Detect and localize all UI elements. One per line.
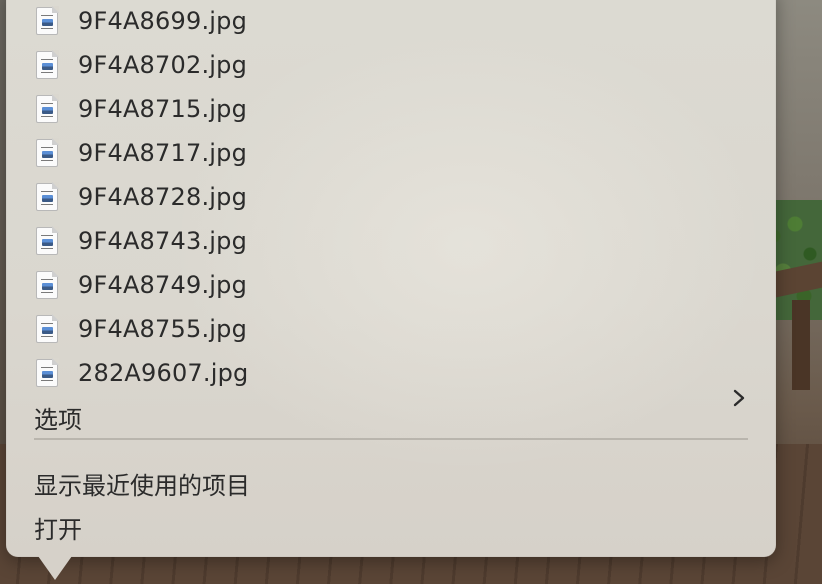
- file-name: 9F4A8715.jpg: [78, 95, 248, 123]
- recent-file-item[interactable]: 282A9607.jpg: [36, 353, 248, 393]
- file-name: 9F4A8702.jpg: [78, 51, 248, 79]
- recent-file-item[interactable]: 9F4A8728.jpg: [36, 177, 247, 217]
- jpg-file-icon: [36, 270, 59, 299]
- jpg-file-icon: [36, 182, 59, 211]
- recent-file-item[interactable]: 9F4A8755.jpg: [36, 309, 247, 349]
- options-label: 选项: [34, 406, 82, 434]
- jpg-file-icon: [36, 314, 59, 343]
- file-name: 9F4A8699.jpg: [78, 7, 248, 35]
- jpg-file-icon: [36, 358, 59, 387]
- recent-file-item[interactable]: 9F4A8702.jpg: [36, 45, 247, 85]
- open-menu-item[interactable]: 打开: [34, 510, 82, 545]
- menu-pointer-tail: [38, 556, 72, 580]
- jpg-file-icon: [36, 50, 59, 79]
- recent-file-item[interactable]: 9F4A8699.jpg: [36, 1, 247, 41]
- recent-file-item[interactable]: 9F4A8717.jpg: [36, 133, 247, 173]
- open-label: 打开: [34, 516, 82, 544]
- file-name: 9F4A8755.jpg: [78, 315, 248, 343]
- bench-leg-scenery: [792, 300, 810, 390]
- options-menu-item[interactable]: 选项: [34, 400, 82, 435]
- recent-file-item[interactable]: 9F4A8743.jpg: [36, 221, 247, 261]
- show-recent-items-menu-item[interactable]: 显示最近使用的项目: [34, 466, 250, 501]
- jpg-file-icon: [36, 94, 59, 123]
- jpg-file-icon: [36, 6, 59, 35]
- show-recent-label: 显示最近使用的项目: [34, 472, 250, 500]
- recent-file-item[interactable]: 9F4A8749.jpg: [36, 265, 247, 305]
- file-name: 9F4A8728.jpg: [78, 183, 248, 211]
- jpg-file-icon: [36, 138, 59, 167]
- recent-file-item[interactable]: 9F4A8715.jpg: [36, 89, 247, 129]
- chevron-right-icon: [733, 389, 745, 407]
- menu-separator: [34, 438, 748, 440]
- jpg-file-icon: [36, 226, 59, 255]
- file-name: 9F4A8743.jpg: [78, 227, 248, 255]
- file-name: 9F4A8749.jpg: [78, 271, 248, 299]
- dock-context-menu: 9F4A8699.jpg 9F4A8702.jpg 9F4A8715.jpg 9…: [6, 0, 776, 557]
- file-name: 282A9607.jpg: [78, 359, 249, 387]
- file-name: 9F4A8717.jpg: [78, 139, 248, 167]
